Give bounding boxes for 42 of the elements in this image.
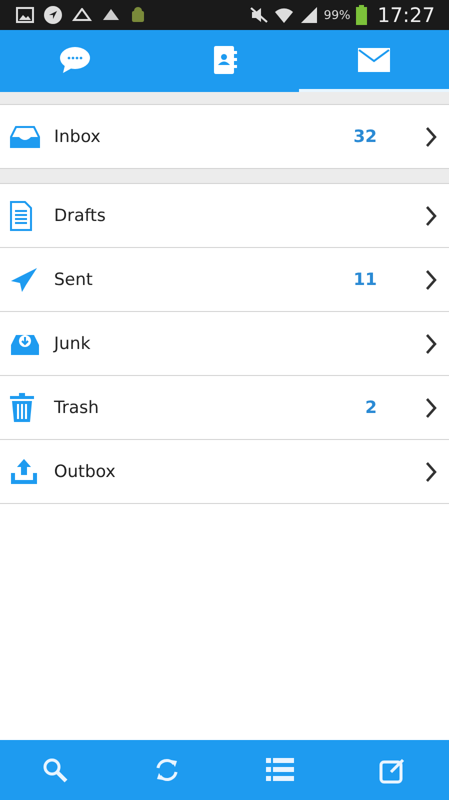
navigation-icon [44,6,62,24]
list-icon [266,757,294,783]
paper-plane-icon [10,266,38,292]
chevron-icon [425,332,437,354]
search-icon [42,757,68,783]
folder-item[interactable]: Drafts [0,183,449,247]
battery-percent: 99% [324,8,350,22]
folder-item[interactable]: Trash 2 [0,375,449,439]
battery-icon [356,5,368,25]
image-icon [16,7,34,23]
tray-icon [10,126,40,148]
folder-name: Outbox [54,462,117,482]
mute-icon [250,7,268,23]
wifi-icon [274,6,294,24]
unread-count: 32 [353,126,377,146]
folder-name: Drafts [54,206,107,226]
address-book-icon [212,44,238,74]
trash-icon [10,392,34,422]
chevron-icon [425,396,437,418]
chevron-icon [425,268,437,290]
unread-count: 11 [353,270,377,290]
folder-name: Inbox [54,126,102,146]
folder-name: Junk [54,334,92,354]
chevron-icon [425,204,437,226]
triangle-icon [102,8,120,22]
folder-item[interactable]: Junk [0,311,449,375]
document-icon [10,200,32,230]
chat-bubble-icon [58,46,91,74]
unread-count: 2 [365,398,377,418]
triangle-icon [72,8,92,22]
folder-name: Trash [54,398,100,418]
signal-icon [300,7,318,23]
folder-item[interactable]: Sent 11 [0,247,449,311]
clock-time: 17:27 [377,3,435,27]
pencil-square-icon [378,756,407,784]
envelope-icon [358,48,390,72]
folder-item[interactable]: Inbox 32 [0,104,449,168]
tray-upload-icon [10,458,38,484]
chevron-icon [425,460,437,482]
chevron-icon [425,126,437,148]
folder-item[interactable]: Outbox [0,439,449,503]
folder-name: Sent [54,270,94,290]
